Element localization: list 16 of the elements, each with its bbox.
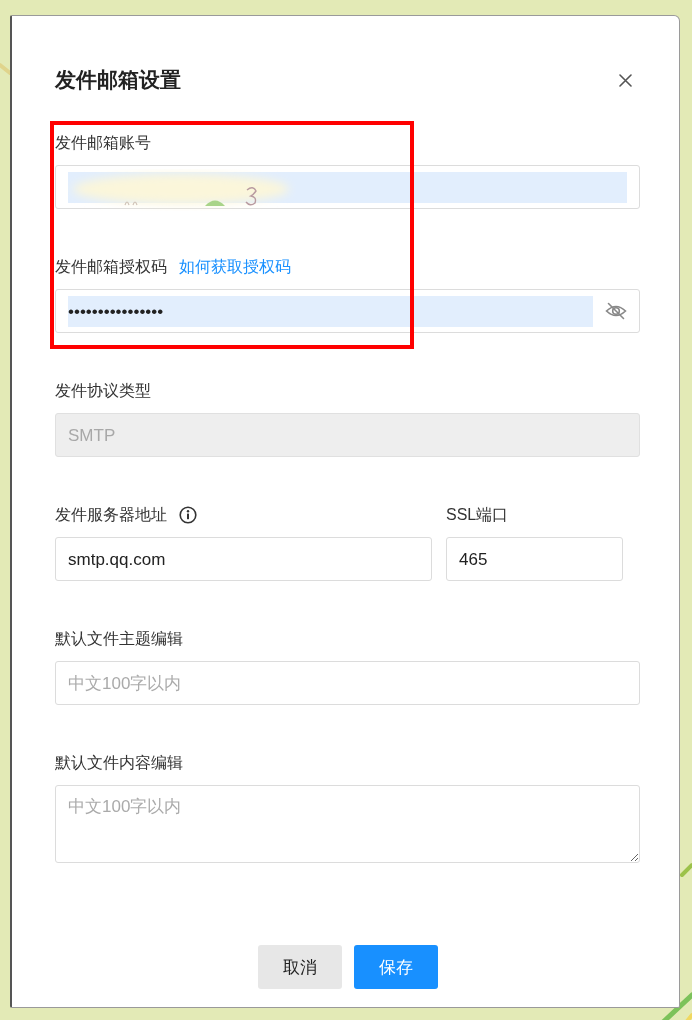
field-label: 发件服务器地址: [55, 504, 167, 525]
textarea-field[interactable]: 中文100字以内: [55, 785, 640, 863]
field-label: 默认文件内容编辑: [55, 752, 183, 773]
field-label: SSL端口: [446, 504, 509, 525]
password-field[interactable]: ••••••••••••••••: [55, 289, 640, 333]
field-label: 发件协议类型: [55, 380, 151, 401]
field-label: 默认文件主题编辑: [55, 628, 183, 649]
info-icon[interactable]: [179, 506, 197, 524]
dialog-title: 发件邮箱设置: [55, 67, 181, 93]
cancel-button[interactable]: 取消: [257, 945, 342, 989]
field-label: 发件邮箱账号: [55, 132, 151, 153]
close-icon[interactable]: [619, 73, 632, 87]
text-field[interactable]: 465: [446, 537, 623, 581]
text-field[interactable]: 中文100字以内: [55, 661, 640, 705]
field-label: 发件邮箱授权码: [55, 256, 167, 277]
text-field[interactable]: smtp.qq.com: [55, 537, 432, 581]
